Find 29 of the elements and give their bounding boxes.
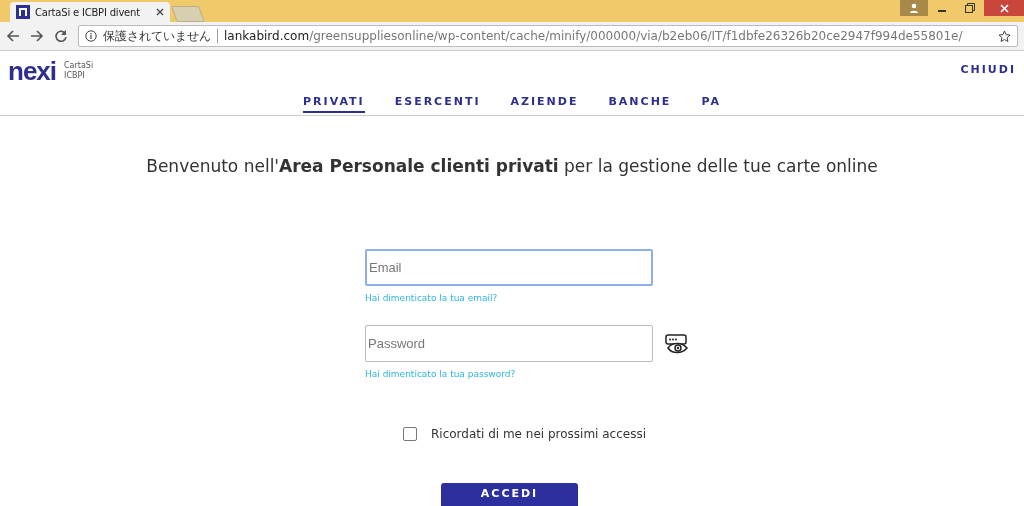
partner-logo-text: CartaSi bbox=[64, 61, 94, 71]
info-icon[interactable] bbox=[85, 30, 97, 42]
forward-icon[interactable] bbox=[30, 29, 44, 43]
welcome-heading: Benvenuto nell'Area Personale clienti privati per la gestione delle tue carte online bbox=[145, 156, 879, 176]
remember-label: Ricordati di me nei prossimi accessi bbox=[431, 427, 647, 441]
security-label: 保護されていません bbox=[103, 27, 211, 45]
close-icon[interactable] bbox=[156, 8, 164, 16]
close-icon[interactable] bbox=[984, 0, 1024, 16]
nav-tab[interactable]: PRIVATI bbox=[303, 91, 365, 113]
address-bar[interactable]: 保護されていません lankabird.com/greensuppliesonline/wp-content/cache/minify/000000/via/b2eb06/IT/f1dbfe26326b20ce2947f994de55801e/ bbox=[78, 25, 1018, 47]
site-logo-icon bbox=[16, 5, 30, 19]
tab-title: CartaSi e ICBPI divent bbox=[35, 6, 141, 18]
browser-tab[interactable]: CartaSi e ICBPI divent bbox=[10, 2, 170, 22]
partner-logo-text: ICBPI bbox=[64, 71, 86, 81]
star-icon[interactable] bbox=[998, 29, 1011, 43]
nav-tab[interactable]: ESERCENTI bbox=[394, 91, 481, 113]
url-text: lankabird.com/greensuppliesonline/wp-content/cache/minify/000000/via/b2eb06/IT/f1dbfe26326b20ce2947f994de55801e/ bbox=[224, 29, 964, 43]
close-link[interactable]: CHIUDI bbox=[960, 63, 1016, 76]
password-field[interactable]: Password bbox=[365, 325, 653, 362]
back-icon[interactable] bbox=[6, 29, 20, 43]
brand-logo[interactable]: nexi bbox=[8, 59, 57, 83]
reload-icon[interactable] bbox=[54, 29, 68, 43]
show-password-icon[interactable] bbox=[665, 333, 689, 354]
nav-tab[interactable]: PA bbox=[701, 91, 721, 113]
email-field[interactable]: Email bbox=[365, 249, 653, 286]
login-button[interactable]: ACCEDI bbox=[441, 483, 578, 506]
nav-tab[interactable]: AZIENDE bbox=[510, 91, 579, 113]
remember-checkbox[interactable] bbox=[403, 427, 417, 441]
nav-tab[interactable]: BANCHE bbox=[608, 91, 672, 113]
